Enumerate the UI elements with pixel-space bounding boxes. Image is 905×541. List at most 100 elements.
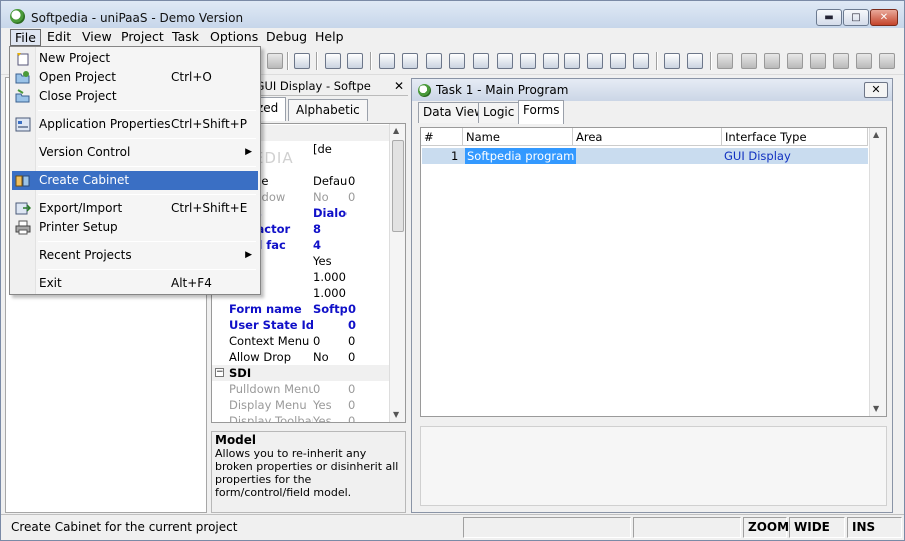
menu-help[interactable]: Help <box>311 29 348 46</box>
property-row[interactable]: Form name Softp 0 <box>212 301 390 317</box>
property-row[interactable]: User State Ide 0 <box>212 317 390 333</box>
model-icon[interactable] <box>402 53 418 69</box>
property-value[interactable]: Yes <box>313 397 347 413</box>
menu-item-printer-setup[interactable]: Printer Setup <box>12 218 258 237</box>
property-scrollbar[interactable]: ▲ ▼ <box>389 124 405 422</box>
scroll-up-icon[interactable]: ▲ <box>393 126 399 135</box>
tab-forms[interactable]: Forms <box>518 100 565 124</box>
close-button[interactable]: ✕ <box>870 9 898 26</box>
property-value[interactable]: No <box>313 189 347 205</box>
component-icon[interactable] <box>587 53 603 69</box>
image-icon[interactable] <box>520 53 536 69</box>
menu-item-new-project[interactable]: New Project <box>12 49 258 68</box>
column-header-interface-type[interactable]: Interface Type <box>722 128 868 146</box>
menu-file[interactable]: File <box>10 29 41 46</box>
property-value[interactable]: Dialog units <box>313 205 347 221</box>
row-name[interactable]: Softpedia program <box>465 148 577 164</box>
property-value[interactable]: Defau <box>313 173 347 189</box>
document-icon[interactable] <box>473 53 489 69</box>
scroll-thumb[interactable] <box>392 140 404 232</box>
menu-item-recent-projects[interactable]: Recent Projects ▶ <box>12 246 258 265</box>
minimize-button[interactable]: ▬ <box>816 9 842 26</box>
tab-logic[interactable]: Logic <box>478 102 520 123</box>
menu-project[interactable]: Project <box>117 29 168 46</box>
disabled-tool-icon[interactable] <box>787 53 803 69</box>
property-value[interactable]: Yes <box>313 413 347 422</box>
hierarchy-icon[interactable] <box>294 53 310 69</box>
menu-item-version-control[interactable]: Version Control ▶ <box>12 143 258 162</box>
disabled-tool-icon[interactable] <box>833 53 849 69</box>
property-value[interactable]: 4 <box>313 237 347 253</box>
property-num[interactable]: 0 <box>348 333 378 349</box>
table-scrollbar[interactable]: ▲ ▼ <box>869 128 886 416</box>
property-num[interactable]: 0 <box>348 301 378 317</box>
property-value[interactable]: [de <box>313 141 347 157</box>
edit-icon[interactable] <box>610 53 626 69</box>
property-num[interactable]: 0 <box>348 173 378 189</box>
page-icon[interactable] <box>564 53 580 69</box>
property-value[interactable]: Yes <box>313 253 347 269</box>
menu-edit[interactable]: Edit <box>43 29 75 46</box>
property-value[interactable]: 1.000 <box>313 269 347 285</box>
column-header-name[interactable]: Name <box>463 128 573 146</box>
data-icon[interactable] <box>426 53 442 69</box>
property-value[interactable]: 0 <box>313 333 347 349</box>
disabled-tool-icon[interactable] <box>764 53 780 69</box>
menu-item-export-import[interactable]: Export/Import Ctrl+Shift+E <box>12 199 258 218</box>
property-num[interactable]: 0 <box>348 349 378 365</box>
property-num[interactable]: 0 <box>348 381 378 397</box>
property-value[interactable]: 8 <box>313 221 347 237</box>
tab-alphabetic[interactable]: Alphabetic <box>288 99 368 121</box>
menu-debug[interactable]: Debug <box>262 29 311 46</box>
column-header-area[interactable]: Area <box>573 128 722 146</box>
property-num[interactable]: 0 <box>348 413 378 422</box>
disabled-tool-icon[interactable] <box>810 53 826 69</box>
property-row[interactable]: Context Menu 0 0 <box>212 333 390 349</box>
property-value[interactable]: Softp <box>313 301 347 317</box>
menu-item-create-cabinet[interactable]: Create Cabinet <box>12 171 258 190</box>
column-header-number[interactable]: # <box>421 128 463 146</box>
scroll-down-icon[interactable]: ▼ <box>393 410 399 419</box>
property-row[interactable]: Display Menu Yes 0 <box>212 397 390 413</box>
property-panel-close-icon[interactable]: ✕ <box>394 79 404 93</box>
property-row[interactable]: Display Toolbar Yes 0 <box>212 413 390 422</box>
disabled-tool-icon[interactable] <box>717 53 733 69</box>
copy-icon[interactable] <box>379 53 395 69</box>
menu-item-application-properties[interactable]: Application Properties Ctrl+Shift+P <box>12 115 258 134</box>
disabled-tool-icon[interactable] <box>856 53 872 69</box>
task-close-button[interactable]: ✕ <box>864 82 888 98</box>
menu-options[interactable]: Options <box>206 29 262 46</box>
property-row[interactable]: Pulldown Menu 0 0 <box>212 381 390 397</box>
grid-icon[interactable] <box>633 53 649 69</box>
row-interface-type[interactable]: GUI Display <box>724 148 791 164</box>
scroll-up-icon[interactable]: ▲ <box>873 130 879 139</box>
find-icon[interactable] <box>325 53 341 69</box>
collapse-icon[interactable]: − <box>215 368 224 377</box>
users-icon[interactable] <box>664 53 680 69</box>
disabled-tool-icon[interactable] <box>879 53 895 69</box>
property-value[interactable]: No <box>313 349 347 365</box>
menu-view[interactable]: View <box>78 29 116 46</box>
property-num[interactable]: 0 <box>348 397 378 413</box>
scroll-down-icon[interactable]: ▼ <box>873 404 879 413</box>
property-value[interactable]: 1.000 <box>313 285 347 301</box>
disabled-tool-icon[interactable] <box>741 53 757 69</box>
menu-separator <box>38 138 256 139</box>
list-icon[interactable] <box>347 53 363 69</box>
menu-item-open-project[interactable]: Open Project Ctrl+O <box>12 68 258 87</box>
menu-item-exit[interactable]: Exit Alt+F4 <box>12 274 258 293</box>
property-num[interactable]: 0 <box>348 189 378 205</box>
table-icon[interactable] <box>543 53 559 69</box>
toolbar-tool-icon[interactable] <box>267 53 283 69</box>
checklist-icon[interactable] <box>687 53 703 69</box>
menu-item-close-project[interactable]: Close Project <box>12 87 258 106</box>
table-row[interactable]: 1 Softpedia program GUI Display <box>422 148 868 164</box>
menu-task[interactable]: Task <box>168 29 203 46</box>
property-row[interactable]: Allow Drop No 0 <box>212 349 390 365</box>
maximize-button[interactable]: □ <box>843 9 869 26</box>
property-value[interactable]: 0 <box>313 381 347 397</box>
property-num[interactable]: 0 <box>348 317 378 333</box>
program-icon[interactable] <box>449 53 465 69</box>
form-icon[interactable] <box>497 53 513 69</box>
property-row[interactable]: − SDI <box>212 365 390 381</box>
